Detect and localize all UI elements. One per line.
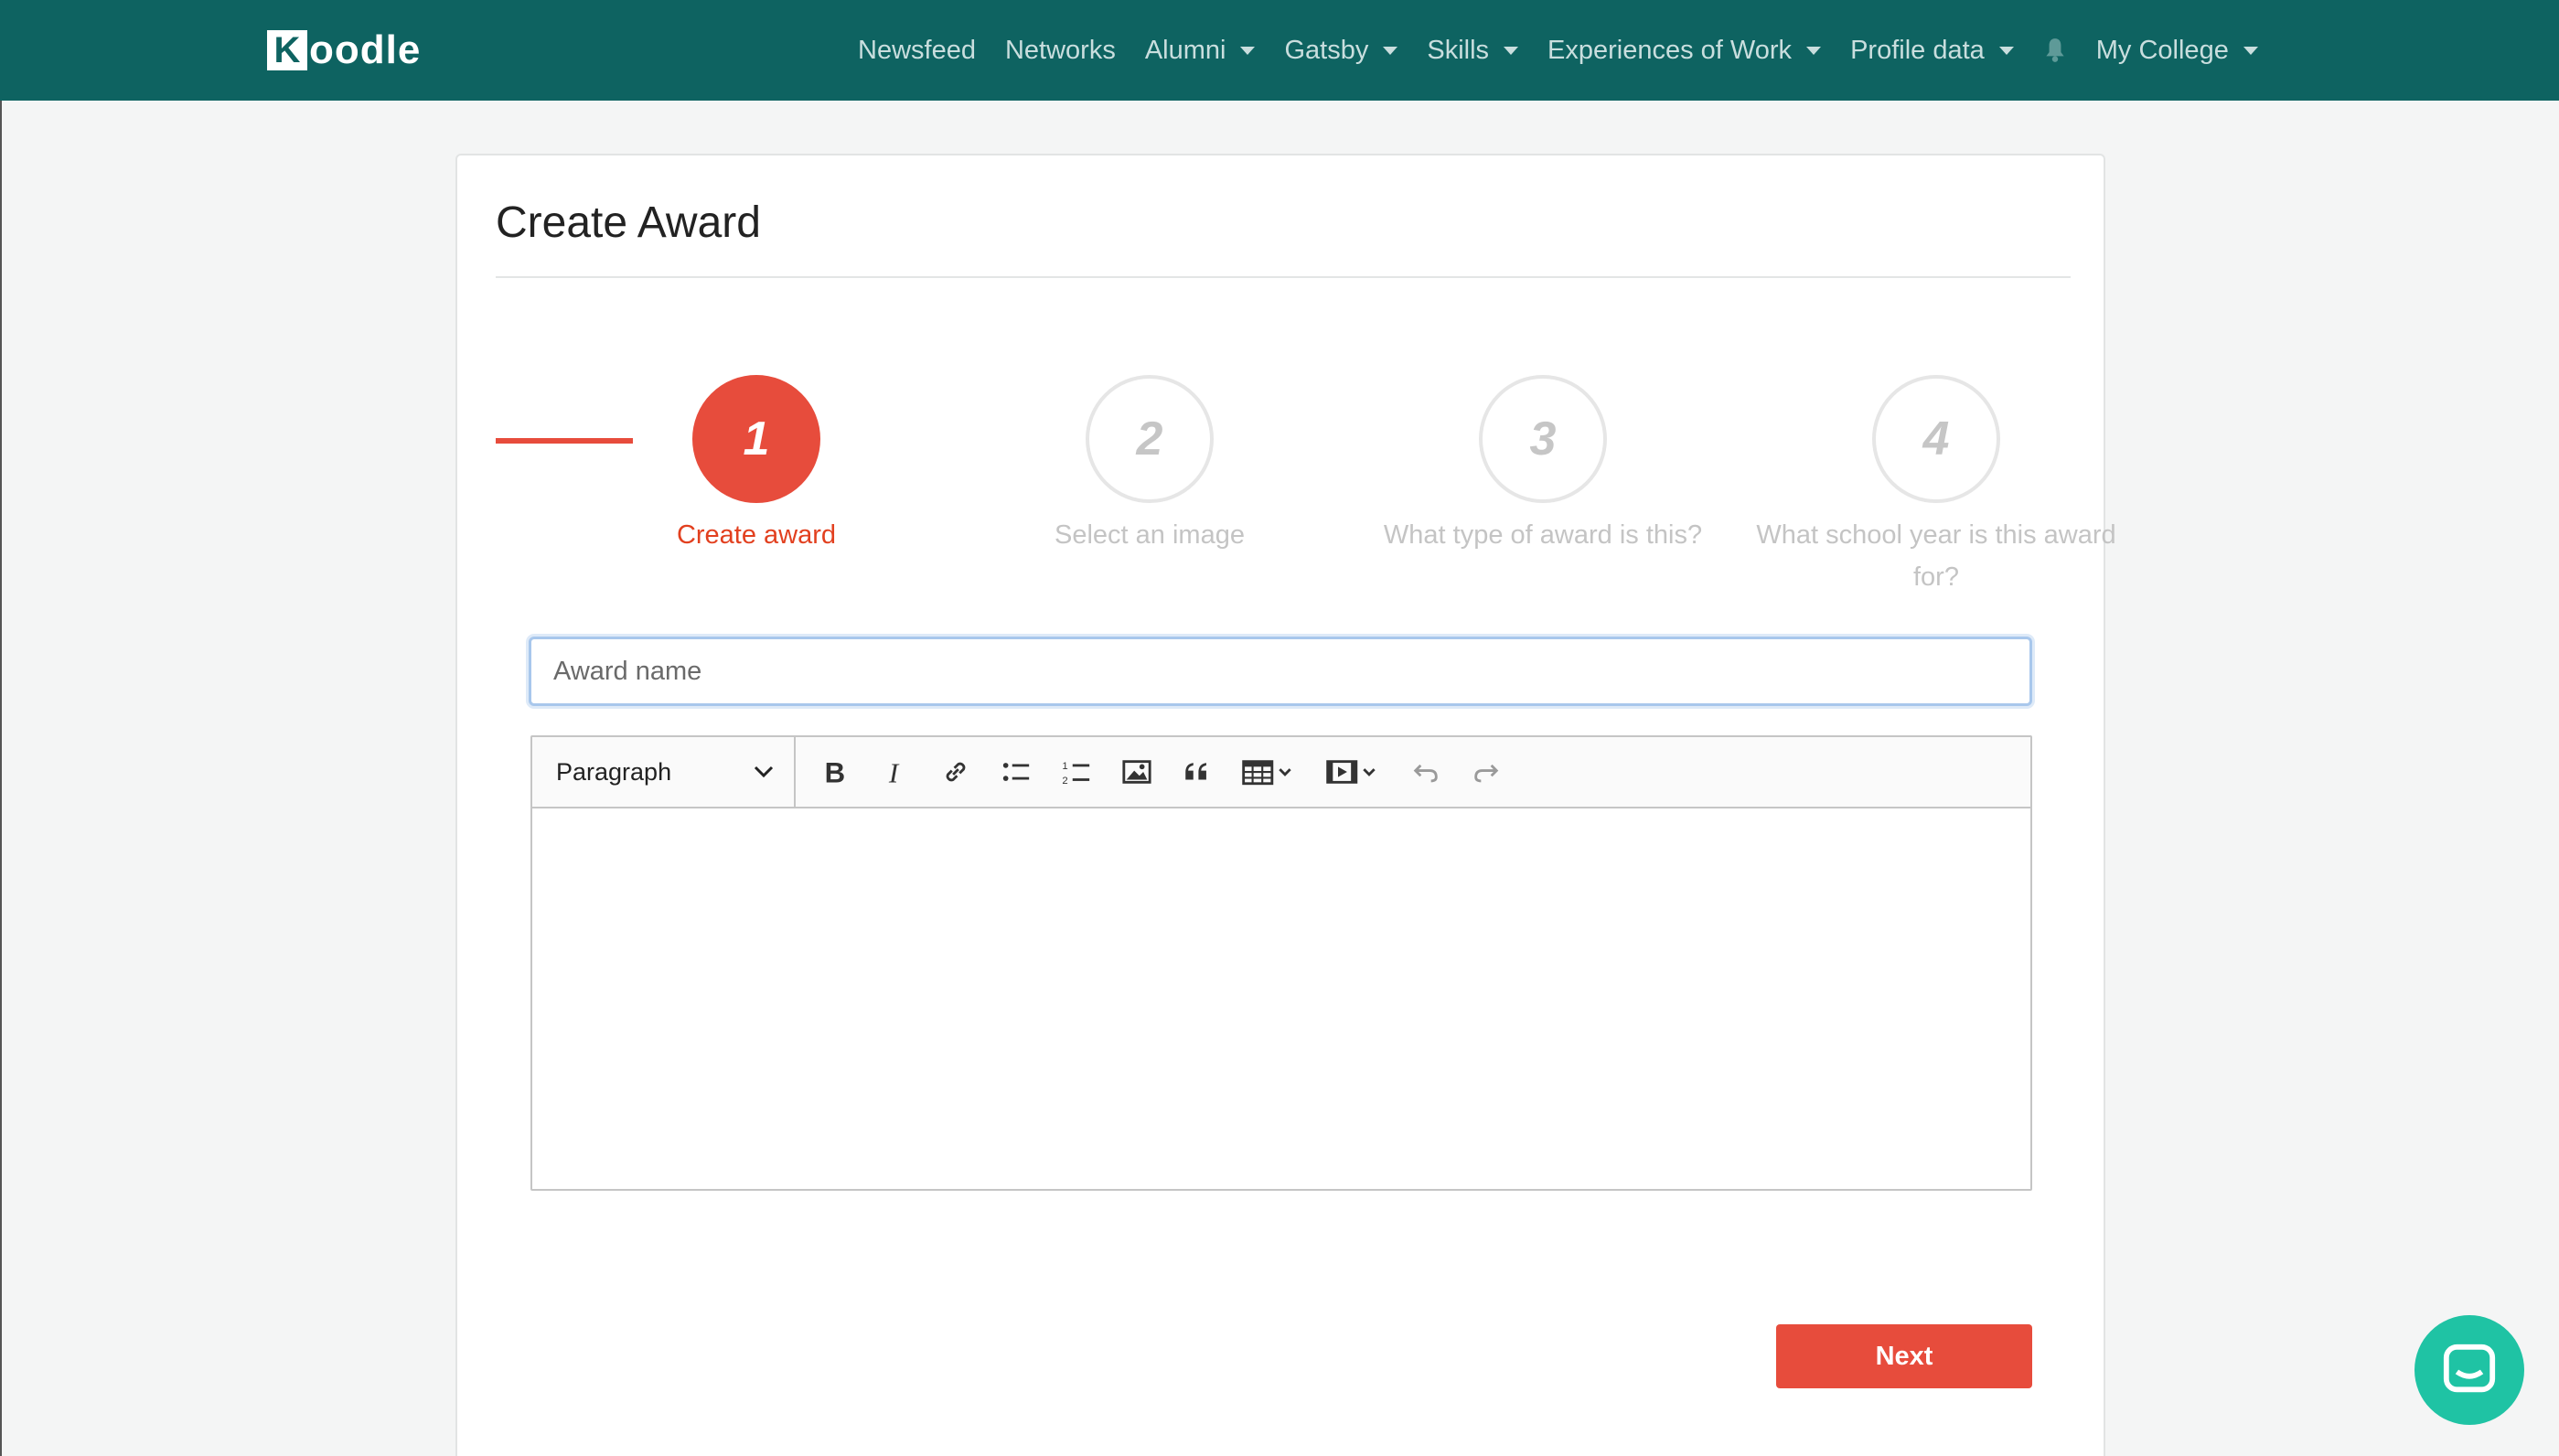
chevron-down-icon bbox=[754, 765, 774, 778]
insert-media-button[interactable] bbox=[1312, 744, 1396, 799]
top-navbar: K oodle Newsfeed Networks Alumni Gatsby … bbox=[0, 0, 2559, 101]
nav-label: Experiences of Work bbox=[1547, 35, 1793, 65]
step-1[interactable]: 1 Create award bbox=[560, 375, 953, 556]
step-label: Create award bbox=[676, 520, 837, 550]
italic-icon: I bbox=[888, 756, 900, 787]
svg-text:1: 1 bbox=[1062, 761, 1067, 772]
nav-label: Gatsby bbox=[1284, 35, 1369, 65]
blockquote-icon bbox=[1185, 763, 1206, 780]
step-4[interactable]: 4 What school year is this award for? bbox=[1740, 375, 2133, 598]
svg-text:B: B bbox=[825, 756, 846, 787]
step-number: 4 bbox=[1872, 375, 2000, 503]
nav-label: Networks bbox=[1004, 35, 1116, 65]
undo-button[interactable] bbox=[1396, 744, 1456, 799]
undo-icon bbox=[1413, 764, 1438, 783]
step-number: 1 bbox=[692, 375, 820, 503]
editor-content-area[interactable] bbox=[532, 808, 2030, 1191]
bell-icon[interactable] bbox=[2043, 37, 2067, 64]
caret-down-icon bbox=[1504, 46, 1519, 55]
nav-label: Alumni bbox=[1144, 35, 1226, 65]
insert-table-button[interactable] bbox=[1227, 744, 1312, 799]
next-button[interactable]: Next bbox=[1776, 1324, 2032, 1388]
nav-experiences-dropdown[interactable]: Experiences of Work bbox=[1547, 35, 1822, 66]
caret-down-icon bbox=[1998, 46, 2014, 55]
step-2[interactable]: 2 Select an image bbox=[953, 375, 1346, 556]
nav-label: Profile data bbox=[1850, 35, 1985, 65]
bulleted-list-icon bbox=[1002, 763, 1030, 781]
logo-letter: K bbox=[267, 30, 307, 70]
kloodle-logo[interactable]: K oodle bbox=[267, 27, 421, 73]
bold-button[interactable]: B bbox=[805, 744, 865, 799]
numbered-list-button[interactable]: 12 bbox=[1046, 744, 1107, 799]
chat-icon bbox=[2443, 1344, 2496, 1393]
table-icon bbox=[1242, 760, 1291, 786]
svg-text:I: I bbox=[888, 756, 900, 787]
editor-toolbar: Paragraph B I 12 bbox=[532, 737, 2030, 808]
media-icon bbox=[1326, 760, 1376, 784]
nav-label: Skills bbox=[1427, 35, 1490, 65]
nav-networks[interactable]: Networks bbox=[1005, 36, 1116, 66]
block-format-dropdown[interactable]: Paragraph bbox=[532, 737, 796, 807]
award-name-input[interactable] bbox=[529, 637, 2032, 706]
redo-icon bbox=[1474, 764, 1499, 783]
page-title: Create Award bbox=[496, 198, 761, 247]
window-edge bbox=[0, 0, 2, 1456]
nav-profile-data-dropdown[interactable]: Profile data bbox=[1850, 36, 2014, 66]
italic-button[interactable]: I bbox=[865, 744, 926, 799]
caret-down-icon bbox=[1240, 46, 1256, 55]
chat-launcher-button[interactable] bbox=[2414, 1315, 2524, 1425]
nav-newsfeed[interactable]: Newsfeed bbox=[858, 36, 976, 66]
step-label: Select an image bbox=[1055, 520, 1245, 550]
nav-label: My College bbox=[2095, 35, 2229, 65]
svg-text:2: 2 bbox=[1062, 776, 1067, 787]
caret-down-icon bbox=[1383, 46, 1398, 55]
nav-skills-dropdown[interactable]: Skills bbox=[1427, 35, 1519, 66]
step-label: What school year is this award for? bbox=[1756, 520, 2116, 592]
nav-alumni-dropdown[interactable]: Alumni bbox=[1145, 36, 1256, 66]
step-number: 3 bbox=[1479, 375, 1607, 503]
link-button[interactable] bbox=[926, 744, 986, 799]
rich-text-editor: Paragraph B I 12 bbox=[530, 735, 2032, 1191]
link-icon bbox=[946, 762, 966, 782]
step-3[interactable]: 3 What type of award is this? bbox=[1346, 375, 1740, 556]
step-label: What type of award is this? bbox=[1383, 520, 1703, 550]
redo-button[interactable] bbox=[1456, 744, 1516, 799]
nav-gatsby-dropdown[interactable]: Gatsby bbox=[1284, 35, 1398, 66]
main-nav: Newsfeed Networks Alumni Gatsby Skills E… bbox=[858, 0, 2287, 101]
step-number: 2 bbox=[1086, 375, 1214, 503]
logo-text: oodle bbox=[309, 27, 422, 72]
title-divider bbox=[496, 276, 2071, 278]
bold-icon: B bbox=[825, 756, 846, 787]
create-award-card: Create Award 1 Create award 2 Select an … bbox=[455, 154, 2116, 1456]
nav-label: Newsfeed bbox=[858, 35, 976, 65]
block-format-value: Paragraph bbox=[556, 757, 672, 786]
nav-my-college-dropdown[interactable]: My College bbox=[2096, 36, 2258, 66]
insert-image-button[interactable] bbox=[1107, 744, 1167, 799]
image-icon bbox=[1122, 760, 1151, 784]
caret-down-icon bbox=[2243, 46, 2258, 55]
numbered-list-icon: 12 bbox=[1062, 761, 1090, 787]
caret-down-icon bbox=[1806, 46, 1822, 55]
bulleted-list-button[interactable] bbox=[986, 744, 1046, 799]
blockquote-button[interactable] bbox=[1167, 744, 1227, 799]
